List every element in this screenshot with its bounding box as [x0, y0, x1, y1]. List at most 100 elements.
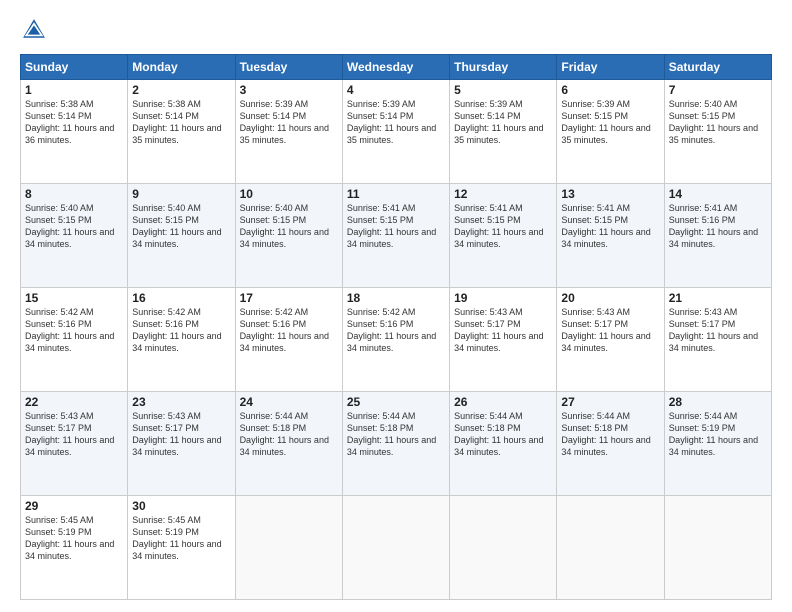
calendar-cell: 6 Sunrise: 5:39 AMSunset: 5:15 PMDayligh…: [557, 80, 664, 184]
calendar-header-row: SundayMondayTuesdayWednesdayThursdayFrid…: [21, 55, 772, 80]
calendar-cell: 1 Sunrise: 5:38 AMSunset: 5:14 PMDayligh…: [21, 80, 128, 184]
day-number: 21: [669, 291, 767, 305]
day-info: Sunrise: 5:41 AMSunset: 5:15 PMDaylight:…: [561, 202, 659, 251]
day-number: 15: [25, 291, 123, 305]
calendar-cell: 10 Sunrise: 5:40 AMSunset: 5:15 PMDaylig…: [235, 184, 342, 288]
calendar-cell: 22 Sunrise: 5:43 AMSunset: 5:17 PMDaylig…: [21, 392, 128, 496]
day-number: 5: [454, 83, 552, 97]
day-number: 26: [454, 395, 552, 409]
day-number: 24: [240, 395, 338, 409]
day-info: Sunrise: 5:43 AMSunset: 5:17 PMDaylight:…: [454, 306, 552, 355]
day-info: Sunrise: 5:42 AMSunset: 5:16 PMDaylight:…: [132, 306, 230, 355]
day-info: Sunrise: 5:38 AMSunset: 5:14 PMDaylight:…: [25, 98, 123, 147]
calendar-cell: [450, 496, 557, 600]
calendar-header-thursday: Thursday: [450, 55, 557, 80]
day-number: 6: [561, 83, 659, 97]
calendar-week-row: 22 Sunrise: 5:43 AMSunset: 5:17 PMDaylig…: [21, 392, 772, 496]
calendar-cell: 11 Sunrise: 5:41 AMSunset: 5:15 PMDaylig…: [342, 184, 449, 288]
day-info: Sunrise: 5:39 AMSunset: 5:14 PMDaylight:…: [454, 98, 552, 147]
day-info: Sunrise: 5:45 AMSunset: 5:19 PMDaylight:…: [25, 514, 123, 563]
logo: [20, 16, 52, 44]
day-info: Sunrise: 5:43 AMSunset: 5:17 PMDaylight:…: [25, 410, 123, 459]
day-number: 2: [132, 83, 230, 97]
day-number: 23: [132, 395, 230, 409]
calendar-cell: 27 Sunrise: 5:44 AMSunset: 5:18 PMDaylig…: [557, 392, 664, 496]
day-number: 19: [454, 291, 552, 305]
calendar-cell: 17 Sunrise: 5:42 AMSunset: 5:16 PMDaylig…: [235, 288, 342, 392]
calendar-header-monday: Monday: [128, 55, 235, 80]
calendar-cell: 14 Sunrise: 5:41 AMSunset: 5:16 PMDaylig…: [664, 184, 771, 288]
day-number: 10: [240, 187, 338, 201]
day-number: 28: [669, 395, 767, 409]
calendar-header-friday: Friday: [557, 55, 664, 80]
day-number: 27: [561, 395, 659, 409]
day-info: Sunrise: 5:43 AMSunset: 5:17 PMDaylight:…: [669, 306, 767, 355]
calendar-cell: [664, 496, 771, 600]
day-number: 29: [25, 499, 123, 513]
calendar-cell: 3 Sunrise: 5:39 AMSunset: 5:14 PMDayligh…: [235, 80, 342, 184]
day-info: Sunrise: 5:39 AMSunset: 5:14 PMDaylight:…: [240, 98, 338, 147]
page: SundayMondayTuesdayWednesdayThursdayFrid…: [0, 0, 792, 612]
calendar-cell: 8 Sunrise: 5:40 AMSunset: 5:15 PMDayligh…: [21, 184, 128, 288]
day-number: 17: [240, 291, 338, 305]
day-info: Sunrise: 5:44 AMSunset: 5:18 PMDaylight:…: [240, 410, 338, 459]
day-number: 20: [561, 291, 659, 305]
calendar-cell: 16 Sunrise: 5:42 AMSunset: 5:16 PMDaylig…: [128, 288, 235, 392]
day-info: Sunrise: 5:40 AMSunset: 5:15 PMDaylight:…: [25, 202, 123, 251]
day-info: Sunrise: 5:39 AMSunset: 5:14 PMDaylight:…: [347, 98, 445, 147]
calendar-cell: 4 Sunrise: 5:39 AMSunset: 5:14 PMDayligh…: [342, 80, 449, 184]
day-info: Sunrise: 5:42 AMSunset: 5:16 PMDaylight:…: [240, 306, 338, 355]
calendar-table: SundayMondayTuesdayWednesdayThursdayFrid…: [20, 54, 772, 600]
calendar-cell: 29 Sunrise: 5:45 AMSunset: 5:19 PMDaylig…: [21, 496, 128, 600]
calendar-header-saturday: Saturday: [664, 55, 771, 80]
header: [20, 16, 772, 44]
calendar-header-wednesday: Wednesday: [342, 55, 449, 80]
day-number: 4: [347, 83, 445, 97]
day-info: Sunrise: 5:40 AMSunset: 5:15 PMDaylight:…: [240, 202, 338, 251]
calendar-cell: 28 Sunrise: 5:44 AMSunset: 5:19 PMDaylig…: [664, 392, 771, 496]
calendar-header-sunday: Sunday: [21, 55, 128, 80]
day-info: Sunrise: 5:43 AMSunset: 5:17 PMDaylight:…: [561, 306, 659, 355]
calendar-header-tuesday: Tuesday: [235, 55, 342, 80]
day-info: Sunrise: 5:42 AMSunset: 5:16 PMDaylight:…: [25, 306, 123, 355]
calendar-cell: 5 Sunrise: 5:39 AMSunset: 5:14 PMDayligh…: [450, 80, 557, 184]
calendar-cell: [557, 496, 664, 600]
calendar-cell: 15 Sunrise: 5:42 AMSunset: 5:16 PMDaylig…: [21, 288, 128, 392]
day-number: 22: [25, 395, 123, 409]
day-number: 3: [240, 83, 338, 97]
calendar-cell: 7 Sunrise: 5:40 AMSunset: 5:15 PMDayligh…: [664, 80, 771, 184]
calendar-week-row: 15 Sunrise: 5:42 AMSunset: 5:16 PMDaylig…: [21, 288, 772, 392]
day-number: 8: [25, 187, 123, 201]
calendar-week-row: 29 Sunrise: 5:45 AMSunset: 5:19 PMDaylig…: [21, 496, 772, 600]
day-info: Sunrise: 5:45 AMSunset: 5:19 PMDaylight:…: [132, 514, 230, 563]
day-number: 12: [454, 187, 552, 201]
day-number: 14: [669, 187, 767, 201]
day-info: Sunrise: 5:44 AMSunset: 5:18 PMDaylight:…: [454, 410, 552, 459]
day-info: Sunrise: 5:44 AMSunset: 5:18 PMDaylight:…: [347, 410, 445, 459]
calendar-cell: 12 Sunrise: 5:41 AMSunset: 5:15 PMDaylig…: [450, 184, 557, 288]
day-info: Sunrise: 5:41 AMSunset: 5:16 PMDaylight:…: [669, 202, 767, 251]
calendar-week-row: 8 Sunrise: 5:40 AMSunset: 5:15 PMDayligh…: [21, 184, 772, 288]
day-number: 13: [561, 187, 659, 201]
day-number: 11: [347, 187, 445, 201]
day-number: 18: [347, 291, 445, 305]
calendar-cell: 9 Sunrise: 5:40 AMSunset: 5:15 PMDayligh…: [128, 184, 235, 288]
day-number: 25: [347, 395, 445, 409]
calendar-cell: 20 Sunrise: 5:43 AMSunset: 5:17 PMDaylig…: [557, 288, 664, 392]
day-info: Sunrise: 5:44 AMSunset: 5:19 PMDaylight:…: [669, 410, 767, 459]
day-info: Sunrise: 5:44 AMSunset: 5:18 PMDaylight:…: [561, 410, 659, 459]
calendar-cell: 24 Sunrise: 5:44 AMSunset: 5:18 PMDaylig…: [235, 392, 342, 496]
calendar-cell: 30 Sunrise: 5:45 AMSunset: 5:19 PMDaylig…: [128, 496, 235, 600]
calendar-cell: 2 Sunrise: 5:38 AMSunset: 5:14 PMDayligh…: [128, 80, 235, 184]
calendar-cell: 23 Sunrise: 5:43 AMSunset: 5:17 PMDaylig…: [128, 392, 235, 496]
day-info: Sunrise: 5:42 AMSunset: 5:16 PMDaylight:…: [347, 306, 445, 355]
calendar-cell: 26 Sunrise: 5:44 AMSunset: 5:18 PMDaylig…: [450, 392, 557, 496]
calendar-cell: [235, 496, 342, 600]
calendar-cell: 25 Sunrise: 5:44 AMSunset: 5:18 PMDaylig…: [342, 392, 449, 496]
day-number: 9: [132, 187, 230, 201]
day-number: 16: [132, 291, 230, 305]
generalblue-icon: [20, 16, 48, 44]
day-info: Sunrise: 5:41 AMSunset: 5:15 PMDaylight:…: [454, 202, 552, 251]
calendar-cell: 21 Sunrise: 5:43 AMSunset: 5:17 PMDaylig…: [664, 288, 771, 392]
day-info: Sunrise: 5:39 AMSunset: 5:15 PMDaylight:…: [561, 98, 659, 147]
